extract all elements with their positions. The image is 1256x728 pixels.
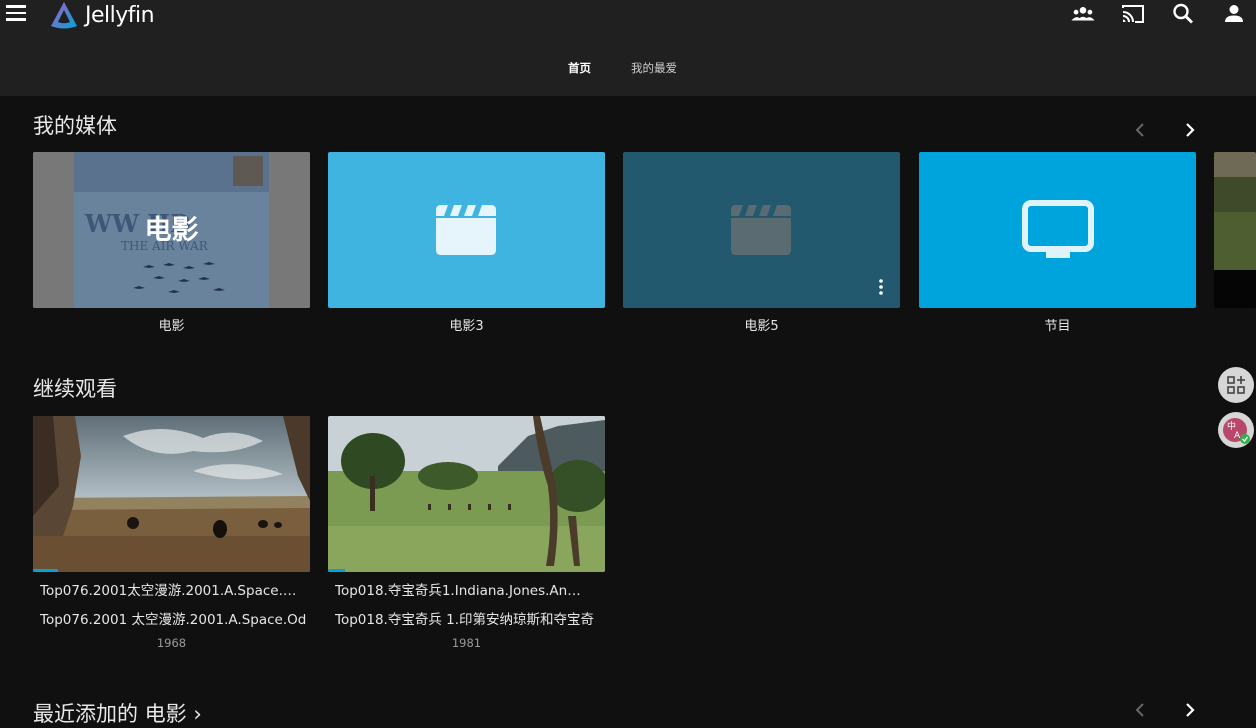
apps-add-button[interactable] [1218, 367, 1254, 403]
watch-progress-bar [33, 568, 58, 572]
grid-add-icon [1227, 376, 1245, 394]
indiana-jones-thumbnail [328, 416, 605, 572]
media-card-partial[interactable] [1214, 152, 1256, 308]
translate-button[interactable]: 中 A [1218, 412, 1254, 448]
header-bar: Jellyfin 首页 我的最爱 [0, 0, 1256, 96]
translate-icon: 中 A [1223, 418, 1250, 444]
media-card-label[interactable]: 电影5 [623, 315, 900, 334]
jellyfin-logo-icon [51, 2, 77, 29]
continue-watching-year: 1968 [156, 636, 187, 650]
media-card-label[interactable]: 节目 [919, 315, 1196, 334]
app-logo[interactable]: Jellyfin [49, 0, 155, 30]
media-card-label[interactable]: 电影3 [328, 315, 605, 334]
chevron-right-icon[interactable] [1183, 703, 1197, 717]
continue-watching-title[interactable]: Top018.夺宝奇兵1.Indiana.Jones.An… [335, 579, 605, 599]
continue-watching-card-2[interactable] [328, 416, 605, 572]
section-title-my-media: 我的媒体 [33, 114, 117, 138]
chevron-right-icon[interactable] [1183, 123, 1197, 137]
space-odyssey-thumbnail [33, 416, 310, 572]
chevron-left-icon[interactable] [1133, 703, 1147, 717]
media-card-label[interactable]: 电影 [33, 315, 310, 334]
svg-text:A: A [1234, 431, 1241, 441]
users-icon[interactable] [1071, 3, 1095, 25]
section-title-continue-watching: 继续观看 [33, 377, 117, 401]
app-name: Jellyfin [85, 2, 155, 28]
section-title-recently-added[interactable]: 最近添加的 电影 › [33, 698, 202, 728]
media-card-shows[interactable] [919, 152, 1196, 308]
media-card-movies5[interactable] [623, 152, 900, 308]
tab-home[interactable]: 首页 [568, 60, 591, 76]
search-icon[interactable] [1172, 3, 1196, 25]
watch-progress-bar [328, 568, 345, 572]
tab-favorites[interactable]: 我的最爱 [631, 60, 677, 76]
cast-icon[interactable] [1121, 3, 1145, 25]
tab-bar: 首页 我的最爱 [0, 60, 1256, 80]
media-card-movies3[interactable] [328, 152, 605, 308]
tv-icon [1022, 200, 1094, 258]
more-options-icon[interactable] [877, 278, 885, 296]
continue-watching-title[interactable]: Top076.2001太空漫游.2001.A.Space.… [40, 579, 310, 599]
continue-watching-subtitle[interactable]: Top076.2001 太空漫游.2001.A.Space.Od [40, 608, 310, 628]
user-icon[interactable] [1222, 3, 1246, 25]
partial-card-image [1214, 152, 1256, 308]
hamburger-menu-icon[interactable] [6, 5, 26, 21]
continue-watching-card-1[interactable] [33, 416, 310, 572]
media-card-movies[interactable]: WW HD THE AIR WAR 电影 [33, 152, 310, 308]
card-overlay-title: 电影 [144, 215, 199, 246]
continue-watching-subtitle[interactable]: Top018.夺宝奇兵 1.印第安纳琼斯和夺宝奇 [335, 608, 605, 628]
continue-watching-year: 1981 [451, 636, 482, 650]
clapperboard-icon [731, 205, 791, 255]
chevron-left-icon[interactable] [1133, 123, 1147, 137]
clapperboard-icon [436, 205, 496, 255]
